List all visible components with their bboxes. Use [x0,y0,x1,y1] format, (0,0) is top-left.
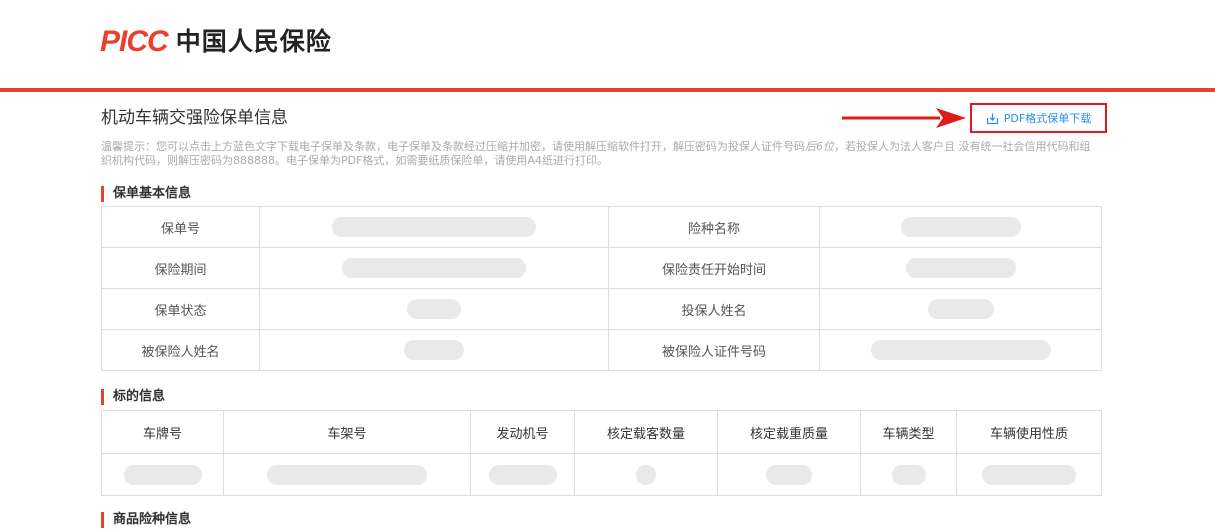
section-title-subject: 标的信息 [101,389,165,405]
picc-logo[interactable]: PICC 中国人民保险 [100,24,332,60]
redacted-value [819,247,1102,289]
redacted-value [819,288,1102,330]
notice-text-emphasis: 后6位 [805,140,834,153]
table-row: 保单号 险种名称 [101,206,1102,248]
pdf-download-label: PDF格式保单下载 [1003,112,1092,125]
column-header: 核定载客数量 [574,410,718,454]
row-label: 险种名称 [608,206,820,248]
table-header-row: 车牌号 车架号 发动机号 核定载客数量 核定载重质量 车辆类型 车辆使用性质 [101,410,1102,454]
row-label: 被保险人证件号码 [608,329,820,371]
row-label: 被保险人姓名 [101,329,260,371]
redacted-value [574,453,718,496]
redacted-value [101,453,224,496]
site-header: PICC 中国人民保险 [0,0,1215,88]
row-label: 保单号 [101,206,260,248]
redacted-value [819,329,1102,371]
notice-text: 温馨提示：您可以点击上方蓝色文字下载电子保单及条款，电子保单及条款经过压缩并加密… [101,140,1101,168]
redacted-value [259,288,609,330]
row-label: 保险期间 [101,247,260,289]
logo-en: PICC [100,25,169,58]
row-label: 保险责任开始时间 [608,247,820,289]
redacted-value [259,329,609,371]
arrow-annotation-icon [842,108,966,128]
pdf-download-button[interactable]: PDF格式保单下载 [970,103,1107,133]
row-label: 保单状态 [101,288,260,330]
column-header: 车架号 [223,410,471,454]
row-label: 投保人姓名 [608,288,820,330]
header-divider [0,88,1215,92]
redacted-value [259,206,609,248]
column-header: 车辆使用性质 [956,410,1102,454]
download-icon [986,112,999,125]
redacted-value [860,453,957,496]
section-title-product: 商品险种信息 [101,512,191,528]
redacted-value [470,453,575,496]
page-title: 机动车辆交强险保单信息 [101,108,288,128]
notice-text-a: 温馨提示：您可以点击上方蓝色文字下载电子保单及条款，电子保单及条款经过压缩并加密… [101,140,805,153]
basic-info-table: 保单号 险种名称 保险期间 保险责任开始时间 保单状态 投保人姓名 被保险人姓名… [101,206,1102,371]
redacted-value [956,453,1102,496]
column-header: 发动机号 [470,410,575,454]
subject-info-table: 车牌号 车架号 发动机号 核定载客数量 核定载重质量 车辆类型 车辆使用性质 [101,410,1102,496]
redacted-value [717,453,861,496]
table-row: 保险期间 保险责任开始时间 [101,247,1102,289]
table-row: 被保险人姓名 被保险人证件号码 [101,329,1102,371]
redacted-value [819,206,1102,248]
column-header: 车辆类型 [860,410,957,454]
logo-cn: 中国人民保险 [175,27,332,56]
column-header: 核定载重质量 [717,410,861,454]
redacted-value [259,247,609,289]
table-row: 保单状态 投保人姓名 [101,288,1102,330]
redacted-value [223,453,471,496]
table-row [101,453,1102,496]
column-header: 车牌号 [101,410,224,454]
section-title-basic: 保单基本信息 [101,186,191,202]
